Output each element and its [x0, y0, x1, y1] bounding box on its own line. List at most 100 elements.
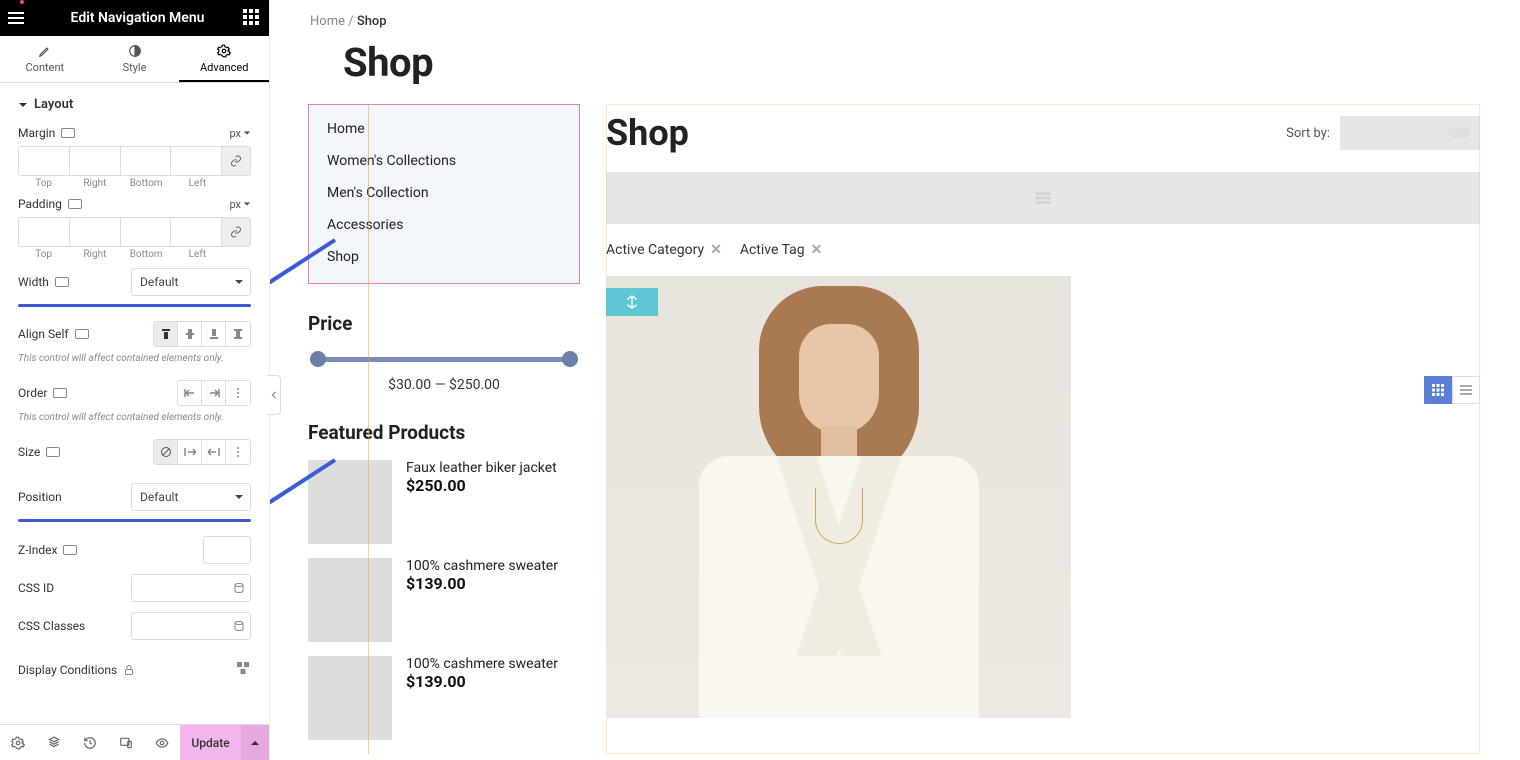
- sort-select-placeholder[interactable]: [1340, 116, 1480, 150]
- product-price: $139.00: [406, 672, 558, 691]
- margin-bottom-input[interactable]: [121, 147, 172, 175]
- apps-grid-icon[interactable]: [243, 9, 261, 27]
- settings-button[interactable]: [0, 725, 36, 760]
- margin-unit[interactable]: px: [229, 127, 251, 140]
- size-grow-button[interactable]: [178, 440, 202, 464]
- dynamic-icon[interactable]: [233, 620, 245, 632]
- active-category-chip[interactable]: Active Category✕: [606, 242, 722, 258]
- responsive-button[interactable]: [108, 725, 144, 760]
- sidebar-column: Home Women's Collections Men's Collectio…: [308, 104, 580, 754]
- remove-filter-icon[interactable]: ✕: [811, 242, 823, 258]
- price-thumb-max[interactable]: [562, 351, 578, 367]
- align-center-button[interactable]: [178, 322, 202, 346]
- margin-right-input[interactable]: [70, 147, 121, 175]
- order-more-button[interactable]: [226, 381, 250, 405]
- panel-title: Edit Navigation Menu: [71, 10, 205, 26]
- price-range-label: $30.00 — $250.00: [308, 377, 580, 393]
- update-button[interactable]: Update: [180, 725, 241, 760]
- display-conditions-label: Display Conditions: [18, 663, 117, 677]
- tab-advanced-label: Advanced: [200, 61, 248, 74]
- width-label: Width: [18, 275, 49, 289]
- align-end-button[interactable]: [202, 322, 226, 346]
- remove-filter-icon[interactable]: ✕: [710, 242, 722, 258]
- width-select[interactable]: Default: [131, 268, 251, 296]
- responsive-icon[interactable]: [68, 199, 82, 209]
- zindex-input[interactable]: [203, 536, 251, 564]
- padding-top-input[interactable]: [19, 218, 70, 246]
- active-tag-chip[interactable]: Active Tag✕: [740, 242, 823, 258]
- navigation-menu-widget[interactable]: Home Women's Collections Men's Collectio…: [308, 104, 580, 284]
- featured-item[interactable]: Faux leather biker jacket $250.00: [308, 460, 580, 544]
- breadcrumb-home[interactable]: Home: [310, 14, 345, 29]
- size-none-button[interactable]: [154, 440, 178, 464]
- chevron-down-icon: [234, 492, 244, 502]
- placeholder-bar: [606, 172, 1480, 224]
- featured-item[interactable]: 100% cashmere sweater $139.00: [308, 656, 580, 740]
- margin-left-input[interactable]: [171, 147, 222, 175]
- collapse-panel-button[interactable]: [267, 375, 281, 415]
- active-filters: Active Category✕ Active Tag✕: [606, 242, 1480, 258]
- margin-side-labels: TopRightBottomLeft: [18, 178, 251, 189]
- breadcrumb-current: Shop: [357, 14, 387, 29]
- product-name: Faux leather biker jacket: [406, 460, 557, 476]
- nav-item[interactable]: Men's Collection: [321, 177, 567, 209]
- responsive-icon[interactable]: [75, 329, 89, 339]
- dynamic-icon[interactable]: [233, 582, 245, 594]
- cssid-label: CSS ID: [18, 581, 54, 595]
- price-thumb-min[interactable]: [310, 351, 326, 367]
- link-values-button[interactable]: [222, 218, 250, 246]
- history-button[interactable]: [72, 725, 108, 760]
- panel-header: Edit Navigation Menu: [0, 0, 269, 36]
- control-size: Size: [18, 431, 251, 467]
- navigator-button[interactable]: [36, 725, 72, 760]
- padding-unit[interactable]: px: [229, 198, 251, 211]
- featured-item[interactable]: 100% cashmere sweater $139.00: [308, 558, 580, 642]
- size-shrink-button[interactable]: [202, 440, 226, 464]
- product-thumbnail: [308, 460, 392, 544]
- menu-icon[interactable]: [8, 6, 32, 30]
- padding-left-input[interactable]: [171, 218, 222, 246]
- grid-view-button[interactable]: [1424, 376, 1452, 404]
- responsive-icon[interactable]: [61, 128, 75, 138]
- control-position: Position Default: [18, 467, 251, 513]
- margin-label: Margin: [18, 126, 55, 140]
- responsive-icon[interactable]: [55, 277, 69, 287]
- section-label: Layout: [34, 97, 73, 112]
- responsive-icon[interactable]: [46, 447, 60, 457]
- tab-style[interactable]: Style: [90, 36, 180, 82]
- tab-content[interactable]: Content: [0, 36, 90, 82]
- align-self-label: Align Self: [18, 327, 69, 341]
- link-values-button[interactable]: [222, 147, 250, 175]
- position-select[interactable]: Default: [131, 483, 251, 511]
- nav-item[interactable]: Shop: [321, 241, 567, 273]
- nav-item[interactable]: Women's Collections: [321, 145, 567, 177]
- order-first-button[interactable]: [178, 381, 202, 405]
- display-conditions-button[interactable]: [235, 660, 251, 679]
- padding-right-input[interactable]: [70, 218, 121, 246]
- order-last-button[interactable]: [202, 381, 226, 405]
- main-column: Shop Sort by: Active Category✕ Active Ta…: [606, 104, 1480, 754]
- control-margin: Margin px: [18, 118, 251, 142]
- tab-advanced[interactable]: Advanced: [179, 36, 269, 82]
- margin-top-input[interactable]: [19, 147, 70, 175]
- update-options-button[interactable]: [241, 725, 269, 760]
- product-image[interactable]: [606, 276, 1071, 718]
- column-outline: [368, 104, 369, 754]
- nav-item[interactable]: Home: [321, 113, 567, 145]
- panel-body: Layout Margin px TopRightBottomLeft Padd…: [0, 83, 269, 724]
- product-badge: [606, 288, 658, 316]
- align-self-buttons: [153, 321, 251, 347]
- list-view-button[interactable]: [1452, 376, 1480, 404]
- size-more-button[interactable]: [226, 440, 250, 464]
- align-start-button[interactable]: [154, 322, 178, 346]
- price-slider[interactable]: [310, 351, 578, 367]
- responsive-icon[interactable]: [53, 388, 67, 398]
- section-layout[interactable]: Layout: [18, 83, 251, 118]
- preview-canvas: Home / Shop Shop Home Women's Collection…: [270, 0, 1520, 760]
- responsive-icon[interactable]: [63, 545, 77, 555]
- nav-item[interactable]: Accessories: [321, 209, 567, 241]
- align-stretch-button[interactable]: [226, 322, 250, 346]
- preview-button[interactable]: [144, 725, 180, 760]
- panel-footer: Update: [0, 724, 269, 760]
- padding-bottom-input[interactable]: [121, 218, 172, 246]
